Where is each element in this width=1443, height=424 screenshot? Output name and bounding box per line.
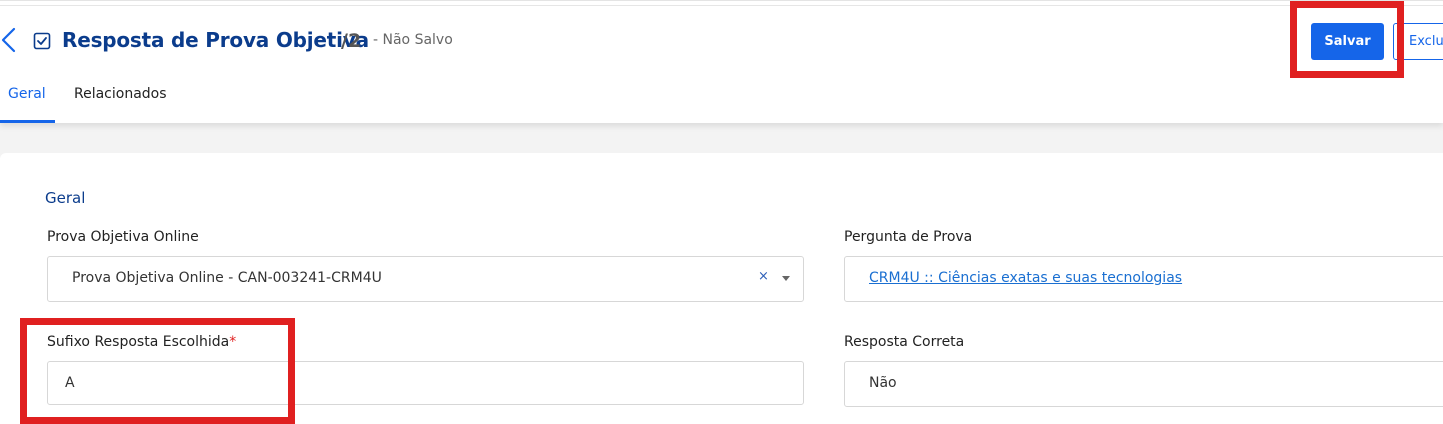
pergunta-link[interactable]: CRM4U :: Ciências exatas e suas tecnolog… [869, 270, 1182, 286]
resposta-correta-label: Resposta Correta [844, 334, 965, 350]
tab-relacionados[interactable]: Relacionados [74, 86, 167, 102]
delete-button[interactable]: Exclu [1393, 23, 1443, 60]
tab-geral[interactable]: Geral [8, 86, 46, 102]
sufixo-label: Sufixo Resposta Escolhida* [47, 334, 236, 350]
checkbox-icon [33, 32, 51, 50]
clear-icon[interactable]: × [758, 269, 769, 284]
prova-objetiva-select[interactable]: Prova Objetiva Online - CAN-003241-CRM4U… [47, 256, 804, 302]
caret-down-icon[interactable] [782, 276, 790, 281]
save-button[interactable]: Salvar [1311, 23, 1384, 60]
prova-objetiva-label: Prova Objetiva Online [47, 229, 199, 245]
chevron-left-icon[interactable] [0, 27, 18, 53]
sufixo-field [47, 361, 804, 405]
sufixo-label-text: Sufixo Resposta Escolhida [47, 334, 230, 350]
pergunta-field: CRM4U :: Ciências exatas e suas tecnolog… [844, 256, 1443, 302]
prova-objetiva-value: Prova Objetiva Online - CAN-003241-CRM4U [72, 270, 382, 286]
resposta-correta-field: Não [844, 361, 1443, 407]
record-number: /2 [341, 30, 362, 52]
section-title: Geral [45, 189, 86, 207]
required-marker: * [229, 334, 237, 350]
save-status: - Não Salvo [373, 32, 453, 48]
page-title: Resposta de Prova Objetiva [62, 28, 369, 52]
record-header: Resposta de Prova Objetiva /2 - Não Salv… [0, 0, 1443, 123]
sufixo-input[interactable] [48, 362, 803, 404]
resposta-correta-value: Não [869, 375, 897, 391]
pergunta-label: Pergunta de Prova [844, 229, 973, 245]
active-tab-indicator [0, 120, 55, 123]
top-divider [0, 5, 1443, 6]
